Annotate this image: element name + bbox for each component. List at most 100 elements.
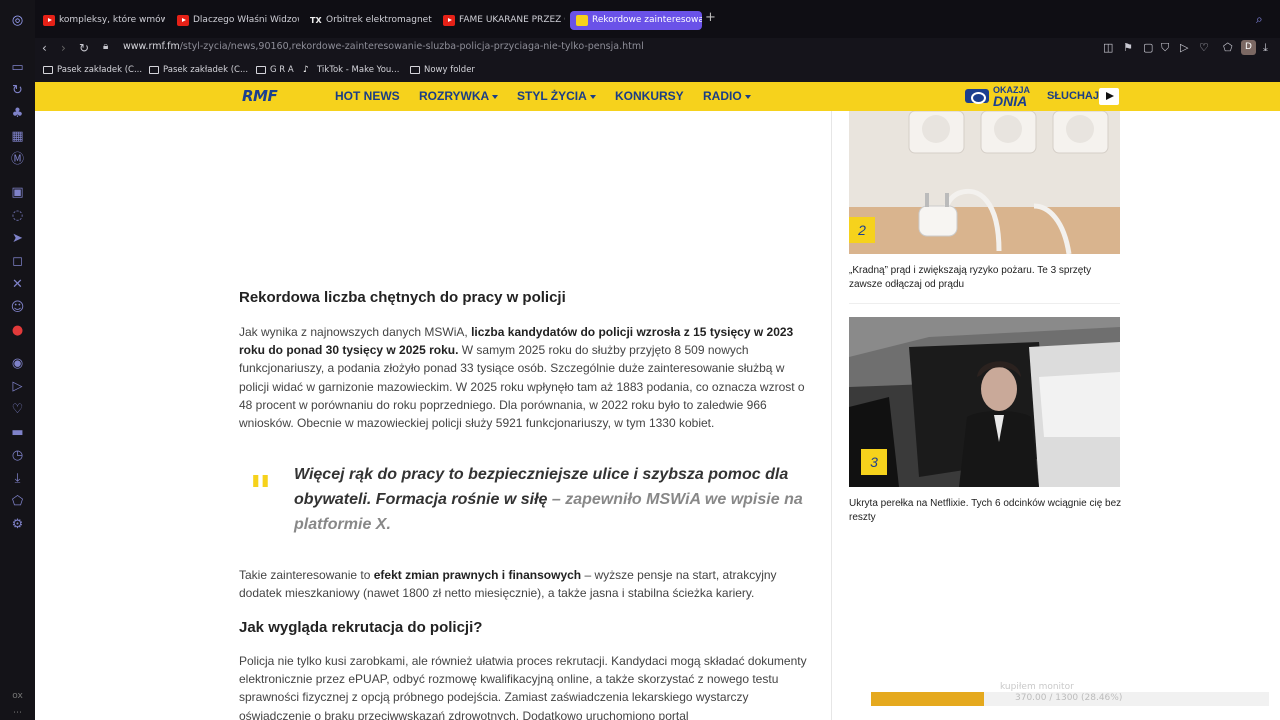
snapshot-icon[interactable]: ▢ [1143,41,1153,54]
wallet-icon[interactable]: ▭ [9,59,26,76]
menu-konkursy[interactable]: KONKURSY [615,89,684,103]
play-icon[interactable]: ▷ [1180,41,1188,54]
goal-progress-text: 370.00 / 1300 (28.46%) [1015,693,1123,703]
tab-label: Orbitrek elektromagnetyczny [326,15,432,25]
caret-down-icon [492,94,499,99]
tab-3[interactable]: TX Orbitrek elektromagnetyczny [304,11,432,30]
messenger-m-icon[interactable]: Ⓜ [9,151,26,168]
bookmark-label: Pasek zakładek (C... [57,65,143,75]
battery-icon[interactable]: ▬ [9,424,26,441]
settings-icon[interactable]: ⚙ [9,516,26,533]
folder-icon [410,66,420,74]
download-arrow-icon[interactable]: ⤓ [1263,41,1268,55]
site-header: RMF HOT NEWS ROZRYWKA STYL ŻYCIA KONKURS… [35,82,1280,111]
screen: ◎ ▭ ↻ ♣ ▦ Ⓜ ▣ ◌ ➤ ◻ ✕ ☺ ● ◉ ▷ ♡ ▬ ◷ ⤓ ⬠ … [0,0,1280,720]
shield-icon[interactable]: ⛉ [1161,41,1169,55]
listen-label[interactable]: SŁUCHAJ [1047,90,1099,102]
menu-label: KONKURSY [615,89,684,103]
bookmark-folder-gra[interactable]: G R A [256,65,294,75]
address-bar: ‹ › ↻ 🔒︎ www.rmf.fm/styl-zycia/news,9016… [35,38,1280,60]
card-3-number: 3 [861,449,887,475]
car-icon [965,89,989,104]
caret-down-icon [744,94,751,99]
okazja-dnia-badge[interactable]: OKAZJA DNIA [965,85,1033,109]
bookmark-folder-2[interactable]: Pasek zakładek (C... [149,65,248,75]
history-icon[interactable]: ◷ [9,447,26,464]
p2-text-a: Takie zainteresowanie to [239,568,374,582]
split-view-icon[interactable]: ◫ [1103,41,1113,54]
send-icon[interactable]: ▷ [9,378,26,395]
quote-mark-icon: " [249,467,272,518]
workspace-icon[interactable]: ▦ [9,128,26,145]
ai-icon[interactable]: ♣ [9,105,26,122]
tab-bar: kompleksy, które wmówiły Dlaczego Właśni… [35,0,1280,38]
download-icon[interactable]: ⤓ [9,470,26,487]
bookmark-icon[interactable]: ⚑ [1123,41,1133,54]
bookmark-folder-nowy[interactable]: Nowy folder [410,65,475,75]
youtube-icon [177,15,189,26]
p2-bold: efekt zmian prawnych i finansowych [373,568,582,582]
menu-hot-news[interactable]: HOT NEWS [335,89,400,103]
favorite-heart-icon[interactable]: ♡ [1199,41,1209,54]
extensions-puzzle-icon[interactable]: ⬠ [1223,41,1233,54]
menu-label: HOT NEWS [335,89,400,103]
card-2-image[interactable] [849,111,1120,254]
article-heading-2: Jak wygląda rekrutacja do policji? [239,619,483,636]
goal-label: kupiłem monitor [1000,682,1074,692]
rmf-icon [576,15,588,26]
profile-avatar[interactable]: D [1241,40,1256,55]
play-button[interactable] [1099,88,1119,105]
socket-plug-image [849,111,1120,254]
card-2-title[interactable]: „Kradną” prąd i zwiększają ryzyko pożaru… [849,264,1124,292]
forward-icon[interactable]: › [61,41,66,55]
netflix-scene-image [849,317,1120,487]
discord-icon[interactable]: ☺ [9,299,26,316]
x-icon[interactable]: ✕ [9,276,26,293]
tab-2[interactable]: Dlaczego Właśni Widzowie [171,11,299,30]
messenger-icon[interactable]: ◌ [9,207,26,224]
lock-icon: 🔒︎ [103,41,109,52]
tab-4[interactable]: FAME UKARANE PRZEZ O [437,11,565,30]
spotify-icon[interactable]: ◉ [9,355,26,372]
bookmark-folder-1[interactable]: Pasek zakładek (C... [43,65,142,75]
tab-label: FAME UKARANE PRZEZ O [459,15,565,25]
url-path: /styl-zycia/news,90160,rekordowe-zainter… [179,41,644,52]
rmf-logo[interactable]: RMF [242,87,278,105]
bookmark-tiktok[interactable]: ♪ TikTok - Make You... [303,65,399,75]
reload-icon[interactable]: ↻ [79,41,89,55]
menu-radio[interactable]: RADIO [703,89,751,103]
tiktok-icon: ♪ [303,65,309,75]
bookmark-label: TikTok - Make You... [317,65,400,75]
article-paragraph-2: Takie zainteresowanie to efekt zmian pra… [239,566,814,602]
heart-icon[interactable]: ♡ [9,401,26,418]
tab-1[interactable]: kompleksy, które wmówiły [37,11,165,30]
tab-label: Dlaczego Właśni Widzowie [193,15,299,25]
new-tab-button[interactable]: + [705,10,716,25]
menu-styl-zycia[interactable]: STYL ŻYCIA [517,89,596,103]
search-icon[interactable]: ⌕ [1256,12,1263,27]
card-2-number: 2 [849,217,875,243]
bookmark-label: Nowy folder [424,65,475,75]
app-red-icon[interactable]: ● [9,322,26,339]
blockquote: Więcej rąk do pracy to bezpieczniejsze u… [294,462,804,537]
back-icon[interactable]: ‹ [42,41,47,55]
refresh-icon[interactable]: ↻ [9,82,26,99]
card-3-image[interactable] [849,317,1120,487]
folder-icon [43,66,53,74]
tab-active[interactable]: Rekordowe zainteresowanie [570,11,702,30]
card-3-title[interactable]: Ukryta perełka na Netflixie. Tych 6 odci… [849,497,1124,525]
url-host: www.rmf.fm [123,41,180,52]
tab-label: Rekordowe zainteresowanie [592,15,702,25]
twitch-icon[interactable]: ▣ [9,184,26,201]
goal-progress-fill [871,692,985,706]
more-icon[interactable]: ⋯ [9,705,26,720]
telegram-icon[interactable]: ➤ [9,230,26,247]
bookmarks-bar: Pasek zakładek (C... Pasek zakładek (C..… [35,60,1280,82]
extensions-icon[interactable]: ⬠ [9,493,26,510]
url-field[interactable]: www.rmf.fm/styl-zycia/news,90160,rekordo… [123,41,644,52]
menu-label: STYL ŻYCIA [517,89,587,103]
folder-icon [149,66,159,74]
opera-logo-icon[interactable]: ◎ [9,12,26,29]
instagram-icon[interactable]: ◻ [9,253,26,270]
menu-rozrywka[interactable]: ROZRYWKA [419,89,499,103]
